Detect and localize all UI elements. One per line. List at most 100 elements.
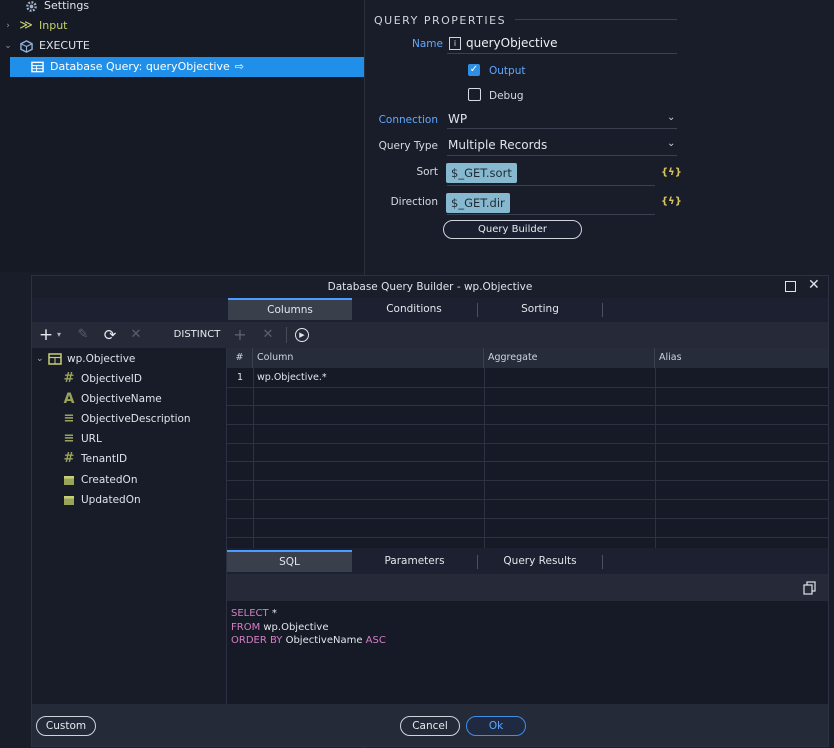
run-icon[interactable]: ▶ (295, 328, 309, 342)
col-header-alias[interactable]: Alias (655, 348, 828, 368)
chevron-down-icon[interactable]: ⌄ (3, 36, 13, 56)
tab-query-results[interactable]: Query Results (478, 550, 602, 572)
direction-input[interactable]: $_GET.dir (446, 193, 510, 213)
output-checkbox[interactable]: ✓ (468, 64, 480, 76)
name-label: Name (412, 38, 443, 50)
toolbar: + ▾ ✎ ⟳ ✕ DISTINCT + ✕ ▶ (32, 322, 828, 349)
dialog-footer: Custom Cancel Ok (32, 704, 828, 746)
chevron-right-icon[interactable]: › (3, 16, 13, 36)
grid-hline (227, 499, 828, 500)
table-node[interactable]: ⌄ wp.Objective (36, 349, 135, 369)
query-type-select[interactable]: Multiple Records (448, 138, 547, 152)
field-name: ObjectiveDescription (81, 413, 191, 425)
row-aggregate-cell[interactable] (484, 369, 655, 387)
sql-panel: SELECT * FROM wp.Objective ORDER BY Obje… (227, 574, 828, 704)
chevron-down-icon[interactable]: ⌄ (667, 138, 675, 149)
longtext-field-icon: ≡ (63, 431, 75, 446)
cube-icon (19, 39, 33, 53)
section-title: QUERY PROPERTIES (374, 14, 507, 27)
dynamic-data-icon[interactable]: {ϟ} (661, 167, 682, 178)
field-name: CreatedOn (81, 474, 138, 486)
table-name: wp.Objective (67, 353, 136, 365)
field-item[interactable]: UpdatedOn (62, 490, 141, 510)
name-input[interactable]: queryObjective (466, 36, 558, 50)
query-builder-dialog: Database Query Builder - wp.Objective ✕ … (31, 275, 829, 747)
grid-hline (227, 443, 828, 444)
gear-icon (24, 0, 38, 13)
tab-separator (602, 555, 603, 569)
table-tree: ⌄ wp.Objective # ObjectiveID A Objective… (32, 348, 227, 704)
section-rule (515, 19, 677, 20)
grid-hline (227, 424, 828, 425)
remove-column-icon[interactable]: ✕ (260, 322, 276, 348)
custom-button[interactable]: Custom (36, 716, 96, 736)
ok-button[interactable]: Ok (466, 716, 526, 736)
tree-item-settings[interactable]: Settings (8, 0, 89, 16)
connection-select[interactable]: WP (448, 112, 467, 126)
sql-text: * (268, 608, 277, 619)
row-number: 1 (236, 372, 244, 383)
tree-item-input[interactable]: › ≫ Input (3, 16, 67, 36)
grid-vline (253, 368, 254, 548)
number-field-icon: # (63, 371, 75, 386)
table-icon (48, 352, 62, 366)
output-label: Output (489, 65, 526, 77)
copy-icon[interactable] (803, 581, 816, 598)
maximize-icon[interactable] (785, 281, 796, 292)
dynamic-data-icon[interactable]: {ϟ} (661, 196, 682, 207)
output-icon: ⇨ (234, 60, 244, 73)
field-item[interactable]: ≡ URL (62, 429, 102, 449)
field-name: URL (81, 433, 102, 445)
cancel-button[interactable]: Cancel (400, 716, 460, 736)
calendar-field-icon (62, 473, 76, 487)
name-underline (447, 53, 677, 54)
sql-code[interactable]: SELECT * FROM wp.Objective ORDER BY Obje… (231, 607, 386, 648)
field-item[interactable]: # TenantID (62, 449, 128, 469)
grid-hline (227, 461, 828, 462)
sql-keyword: ORDER BY (231, 635, 283, 646)
field-item[interactable]: ≡ ObjectiveDescription (62, 409, 191, 429)
tab-sorting[interactable]: Sorting (478, 298, 602, 320)
field-item[interactable]: # ObjectiveID (62, 369, 142, 389)
sort-label: Sort (416, 166, 438, 178)
close-icon[interactable]: ✕ (808, 277, 820, 293)
query-builder-button[interactable]: Query Builder (443, 220, 582, 239)
tab-conditions[interactable]: Conditions (352, 298, 476, 320)
chevron-down-icon[interactable]: ⌄ (36, 349, 48, 369)
chevron-down-icon[interactable]: ⌄ (667, 112, 675, 123)
sort-input[interactable]: $_GET.sort (446, 163, 517, 183)
debug-checkbox[interactable] (468, 88, 481, 101)
tab-sql[interactable]: SQL (227, 550, 352, 572)
tab-parameters[interactable]: Parameters (352, 550, 477, 572)
grid-hline (227, 387, 828, 388)
delete-icon[interactable]: ✕ (128, 322, 144, 348)
sql-line: ORDER BY ObjectiveName ASC (231, 634, 386, 648)
sql-text: wp.Objective (260, 621, 329, 633)
row-column-cell[interactable]: wp.Objective.* (253, 369, 484, 387)
connection-underline (447, 128, 677, 129)
col-header-aggregate[interactable]: Aggregate (484, 348, 655, 368)
field-item[interactable]: CreatedOn (62, 470, 137, 490)
dropdown-caret-icon[interactable]: ▾ (54, 322, 64, 348)
longtext-field-icon: ≡ (63, 411, 75, 426)
row-alias-cell[interactable] (655, 369, 828, 387)
tab-columns[interactable]: Columns (228, 298, 352, 320)
field-item[interactable]: A ObjectiveName (62, 389, 162, 409)
add-column-icon[interactable]: + (232, 322, 248, 348)
input-arrow-icon: ≫ (19, 18, 33, 33)
grid-hline (227, 480, 828, 481)
sql-keyword: SELECT (231, 608, 269, 619)
tab-separator (602, 303, 603, 317)
edit-icon[interactable]: ✎ (74, 322, 92, 348)
tree-item-label: Input (39, 19, 68, 32)
tree-item-database-query[interactable]: Database Query: queryObjective ⇨ (10, 57, 364, 77)
sort-underline (447, 185, 655, 186)
refresh-icon[interactable]: ⟳ (100, 322, 120, 348)
info-icon[interactable]: i (449, 37, 461, 50)
add-icon[interactable]: + (38, 322, 54, 348)
col-header-column[interactable]: Column (253, 348, 484, 368)
sql-keyword: FROM (231, 621, 261, 633)
distinct-toggle[interactable]: DISTINCT (168, 322, 226, 348)
tree-item-execute[interactable]: ⌄ EXECUTE (3, 36, 90, 56)
field-name: UpdatedOn (81, 494, 141, 506)
